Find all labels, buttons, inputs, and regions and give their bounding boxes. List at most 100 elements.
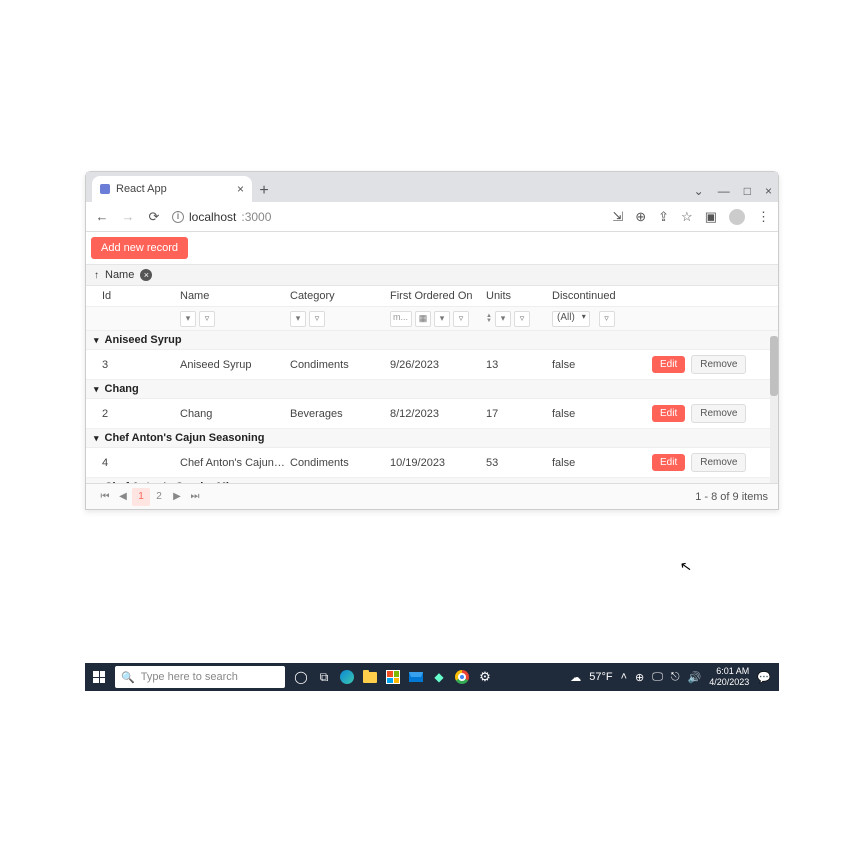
disc-filter-dropdown[interactable]: (All) <box>552 311 590 327</box>
edit-button[interactable]: Edit <box>652 454 685 471</box>
volume-icon[interactable]: 🔊 <box>688 671 702 684</box>
group-header[interactable]: ▾Aniseed Syrup <box>86 331 778 350</box>
col-id[interactable]: Id <box>102 290 180 302</box>
remove-group-icon[interactable]: × <box>140 269 152 281</box>
app-icon[interactable]: ◆ <box>429 667 449 687</box>
filter-icon[interactable]: ▾ <box>495 311 511 327</box>
page-last-icon[interactable]: ⏭ <box>186 488 204 506</box>
new-tab-button[interactable]: + <box>252 182 276 202</box>
extensions-icon[interactable]: ▣ <box>705 209 717 225</box>
kebab-menu-icon[interactable]: ⋮ <box>757 209 770 225</box>
remove-button[interactable]: Remove <box>691 355 746 374</box>
install-icon[interactable]: ⇲ <box>612 209 623 225</box>
filter-icon[interactable]: ▾ <box>290 311 306 327</box>
scrollbar-thumb[interactable] <box>770 336 778 396</box>
edit-button[interactable]: Edit <box>652 356 685 373</box>
file-explorer-icon[interactable] <box>360 667 380 687</box>
url-port: :3000 <box>241 210 271 224</box>
cell-name: Aniseed Syrup <box>180 359 290 371</box>
cell-category: Beverages <box>290 408 390 420</box>
group-title: Chang <box>105 383 139 395</box>
site-info-icon[interactable]: i <box>172 211 184 223</box>
page-prev-icon[interactable]: ◀ <box>114 488 132 506</box>
col-units[interactable]: Units <box>486 290 552 302</box>
page-next-icon[interactable]: ▶ <box>168 488 186 506</box>
col-date[interactable]: First Ordered On <box>390 290 486 302</box>
remove-button[interactable]: Remove <box>691 453 746 472</box>
table-row: 4Chef Anton's Cajun SeaCondiments10/19/2… <box>86 448 778 478</box>
group-header[interactable]: ▾ Chef Anton's Cajun Seasoning <box>86 429 778 448</box>
browser-tab[interactable]: React App × <box>92 176 252 202</box>
page-2-button[interactable]: 2 <box>150 488 168 506</box>
maximize-icon[interactable]: □ <box>744 184 751 198</box>
spinner-icon[interactable]: ▲▼ <box>486 314 492 324</box>
minimize-icon[interactable]: — <box>718 184 730 198</box>
onedrive-icon[interactable]: ☁ <box>570 671 581 684</box>
cell-discontinued: false <box>552 359 652 371</box>
star-icon[interactable]: ☆ <box>681 209 693 225</box>
page-1-button[interactable]: 1 <box>132 488 150 506</box>
battery-icon[interactable]: 🖵 <box>652 671 663 684</box>
url-field[interactable]: i localhost:3000 <box>172 210 271 224</box>
col-discontinued[interactable]: Discontinued <box>552 290 652 302</box>
add-record-button[interactable]: Add new record <box>91 237 188 259</box>
group-header[interactable]: ▾Chef Anton's Gumbo Mix <box>86 478 778 483</box>
table-row: 2ChangBeverages8/12/202317falseEditRemov… <box>86 399 778 429</box>
weather-widget[interactable]: 57°F <box>589 671 612 683</box>
back-icon[interactable]: ← <box>94 209 110 224</box>
network-icon[interactable]: ⊕ <box>635 671 644 684</box>
clear-filter-icon[interactable]: ▿ <box>514 311 530 327</box>
table-row: 3Aniseed SyrupCondiments9/26/202313false… <box>86 350 778 380</box>
edge-icon[interactable] <box>337 667 357 687</box>
edit-button[interactable]: Edit <box>652 405 685 422</box>
cell-actions: Edit Remove <box>652 453 760 472</box>
task-view-icon[interactable]: ⧉ <box>314 667 334 687</box>
col-category[interactable]: Category <box>290 290 390 302</box>
forward-icon[interactable]: → <box>120 209 136 224</box>
start-button[interactable] <box>85 663 113 691</box>
caret-down-icon: ▾ <box>94 433 99 444</box>
col-name[interactable]: Name <box>180 290 290 302</box>
profile-avatar[interactable] <box>729 209 745 225</box>
close-window-icon[interactable]: × <box>765 184 772 198</box>
wifi-icon[interactable]: ⎋ <box>671 671 680 684</box>
sort-asc-icon: ↑ <box>94 270 99 281</box>
mail-icon[interactable] <box>406 667 426 687</box>
clear-filter-icon[interactable]: ▿ <box>453 311 469 327</box>
group-title: Aniseed Syrup <box>105 334 182 346</box>
cell-id: 4 <box>102 457 180 469</box>
date-filter-input[interactable]: m... <box>390 311 412 327</box>
zoom-icon[interactable]: ⊕ <box>635 209 646 225</box>
search-icon: 🔍 <box>121 671 135 684</box>
calendar-icon[interactable]: ▦ <box>415 311 431 327</box>
tray-chevron-icon[interactable]: ˄ <box>621 671 627 683</box>
system-tray: ☁ 57°F ˄ ⊕ 🖵 ⎋ 🔊 6:01 AM 4/20/2023 💬 <box>570 666 779 688</box>
settings-gear-icon[interactable]: ⚙ <box>475 667 495 687</box>
chrome-icon[interactable] <box>452 667 472 687</box>
page-first-icon[interactable]: ⏮ <box>96 488 114 506</box>
filter-icon[interactable]: ▾ <box>434 311 450 327</box>
cell-date: 10/19/2023 <box>390 457 486 469</box>
close-tab-icon[interactable]: × <box>237 182 244 196</box>
group-title: Chef Anton's Cajun Seasoning <box>105 432 265 444</box>
notifications-icon[interactable]: 💬 <box>757 671 771 684</box>
clock-time: 6:01 AM <box>709 666 749 677</box>
clear-filter-icon[interactable]: ▿ <box>309 311 325 327</box>
group-header[interactable]: ▾Chang <box>86 380 778 399</box>
taskbar-pinned: ◯ ⧉ ◆ ⚙ <box>291 667 495 687</box>
filter-icon[interactable]: ▾ <box>180 311 196 327</box>
share-icon[interactable]: ⇪ <box>658 209 669 225</box>
taskbar-search[interactable]: 🔍 Type here to search <box>115 666 285 688</box>
remove-button[interactable]: Remove <box>691 404 746 423</box>
chevron-down-icon[interactable]: ⌄ <box>694 184 704 198</box>
vertical-scrollbar[interactable] <box>770 336 778 483</box>
ms-store-icon[interactable] <box>383 667 403 687</box>
taskbar-clock[interactable]: 6:01 AM 4/20/2023 <box>709 666 749 688</box>
group-panel[interactable]: ↑ Name × <box>86 264 778 286</box>
reload-icon[interactable]: ⟳ <box>146 209 162 225</box>
clear-filter-icon[interactable]: ▿ <box>599 311 615 327</box>
clear-filter-icon[interactable]: ▿ <box>199 311 215 327</box>
cortana-icon[interactable]: ◯ <box>291 667 311 687</box>
search-placeholder: Type here to search <box>141 671 238 683</box>
cell-discontinued: false <box>552 408 652 420</box>
